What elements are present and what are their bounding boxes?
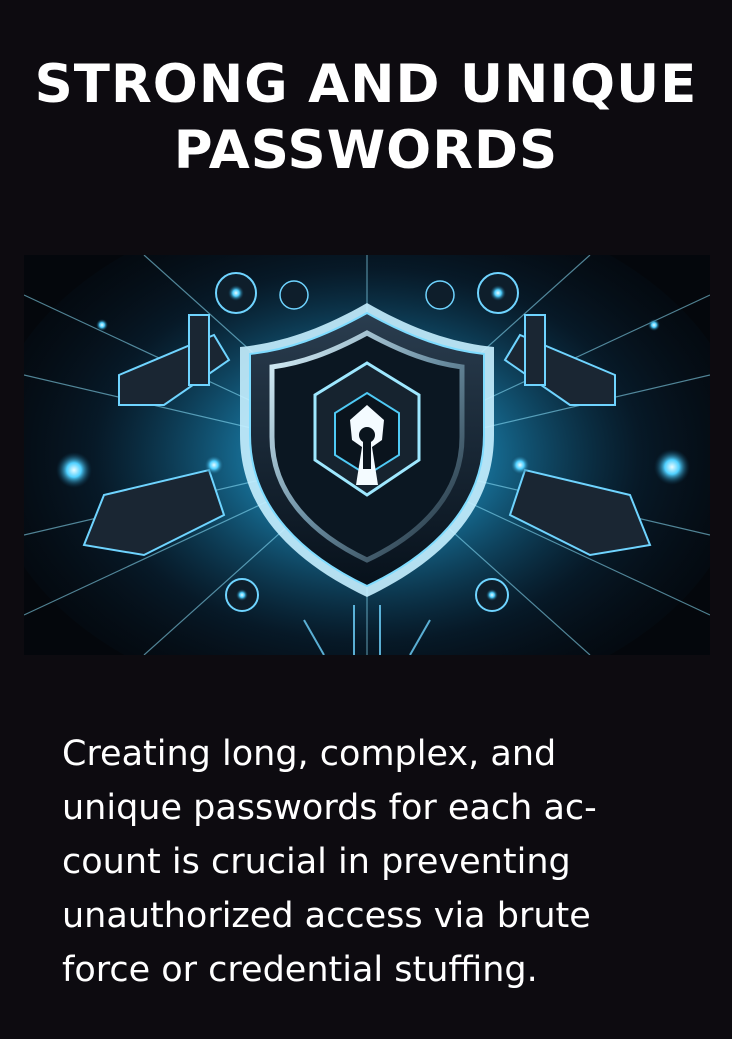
title-line-1: STRONG AND UNIQUE — [34, 54, 698, 115]
description-text: Creating long, complex, and unique passw… — [62, 727, 682, 997]
description-line-2: unique passwords for each ac- — [62, 788, 597, 828]
description-line-4: unauthorized access via brute — [62, 896, 591, 936]
page-title: STRONG AND UNIQUE PASSWORDS — [0, 52, 732, 184]
description-line-3: count is crucial in preventing — [62, 842, 571, 882]
title-line-2: PASSWORDS — [173, 120, 559, 181]
hero-image — [24, 255, 710, 655]
description-line-5: force or credential stuffing. — [62, 950, 538, 990]
shield-keyhole-icon — [24, 255, 710, 655]
description-line-1: Creating long, complex, and — [62, 734, 557, 774]
